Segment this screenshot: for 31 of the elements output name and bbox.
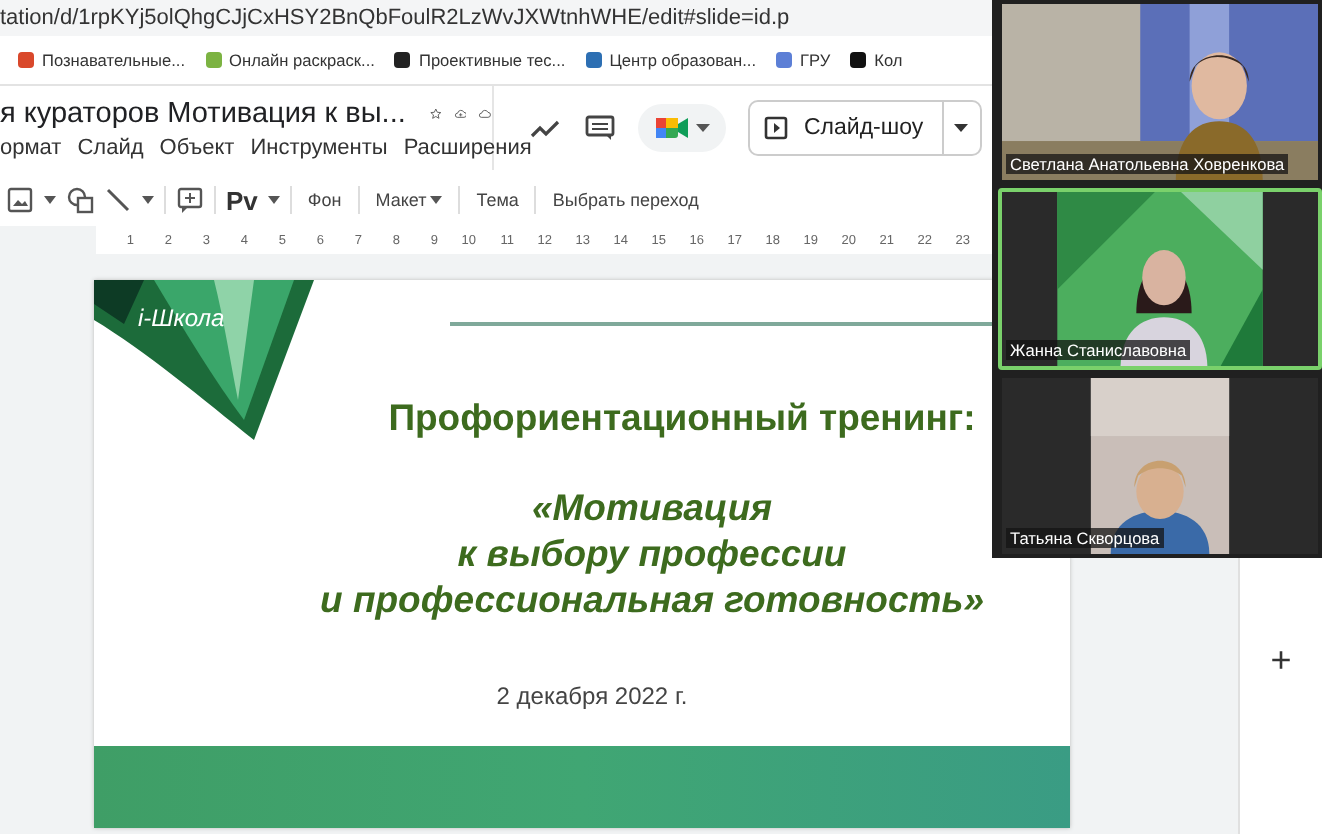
bookmark-item[interactable]: ГРУ xyxy=(774,50,831,70)
video-tile[interactable]: Татьяна Скворцова xyxy=(998,374,1322,559)
menu-item[interactable]: Слайд xyxy=(77,135,144,159)
slide-subtitle: и профессиональная готовность» xyxy=(320,576,984,622)
toolbar-button[interactable]: Макет xyxy=(369,190,449,210)
text-tool[interactable]: Pv xyxy=(226,185,258,215)
bookmark-item[interactable]: Центр образован... xyxy=(583,50,757,70)
slide-subtitle: к выбору профессии xyxy=(457,530,847,576)
add-button[interactable]: + xyxy=(1270,642,1292,678)
slide-title: Профориентационный тренинг: xyxy=(386,396,978,440)
menu-item[interactable]: ормат xyxy=(0,135,62,159)
menu-item[interactable]: Расширения xyxy=(403,135,532,159)
participant-name: Светлана Анатольевна Ховренкова xyxy=(1006,153,1289,174)
bookmark-item[interactable]: Проективные тес... xyxy=(392,50,566,70)
toolbar-button[interactable]: Фон xyxy=(301,190,348,210)
video-tile[interactable]: Светлана Анатольевна Ховренкова xyxy=(998,0,1322,184)
bookmark-item[interactable]: Кол xyxy=(848,50,903,70)
video-tile[interactable]: Жанна Станиславовна xyxy=(998,187,1322,371)
document-title[interactable]: я кураторов Мотивация к вы... xyxy=(0,97,406,129)
menu-item[interactable]: Объект xyxy=(159,135,235,159)
bookmark-item[interactable]: Онлайн раскраск... xyxy=(203,50,375,70)
menu-item[interactable]: Инструменты xyxy=(250,135,388,159)
toolbar-button[interactable]: Тема xyxy=(470,190,525,210)
slide-date: 2 декабря 2022 г. xyxy=(494,682,690,710)
participant-name: Татьяна Скворцова xyxy=(1006,528,1164,549)
logo-text: i-Школа xyxy=(138,304,225,332)
toolbar-button[interactable]: Выбрать переход xyxy=(546,190,705,210)
bookmark-item[interactable]: Познавательные... xyxy=(16,50,186,70)
participant-name: Жанна Станиславовна xyxy=(1006,340,1191,361)
slideshow-button[interactable]: Слайд-шоу xyxy=(750,102,944,154)
slide-subtitle: «Мотивация xyxy=(531,484,773,530)
